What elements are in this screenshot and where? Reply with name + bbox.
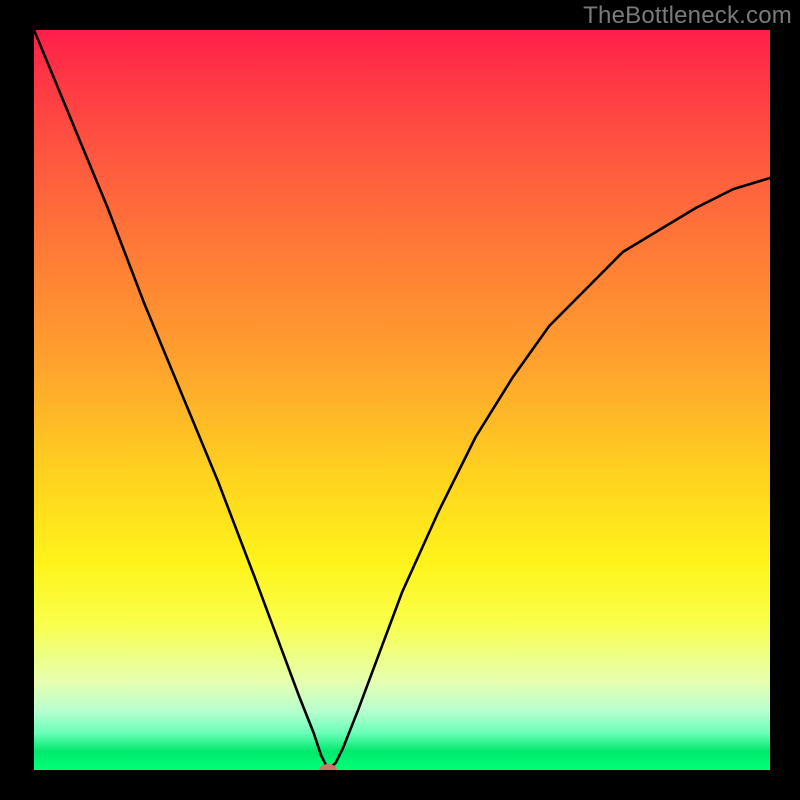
bottleneck-curve bbox=[34, 30, 770, 770]
optimal-point-marker bbox=[319, 764, 337, 770]
chart-frame: TheBottleneck.com bbox=[0, 0, 800, 800]
plot-area bbox=[34, 30, 770, 770]
watermark-text: TheBottleneck.com bbox=[583, 2, 792, 30]
